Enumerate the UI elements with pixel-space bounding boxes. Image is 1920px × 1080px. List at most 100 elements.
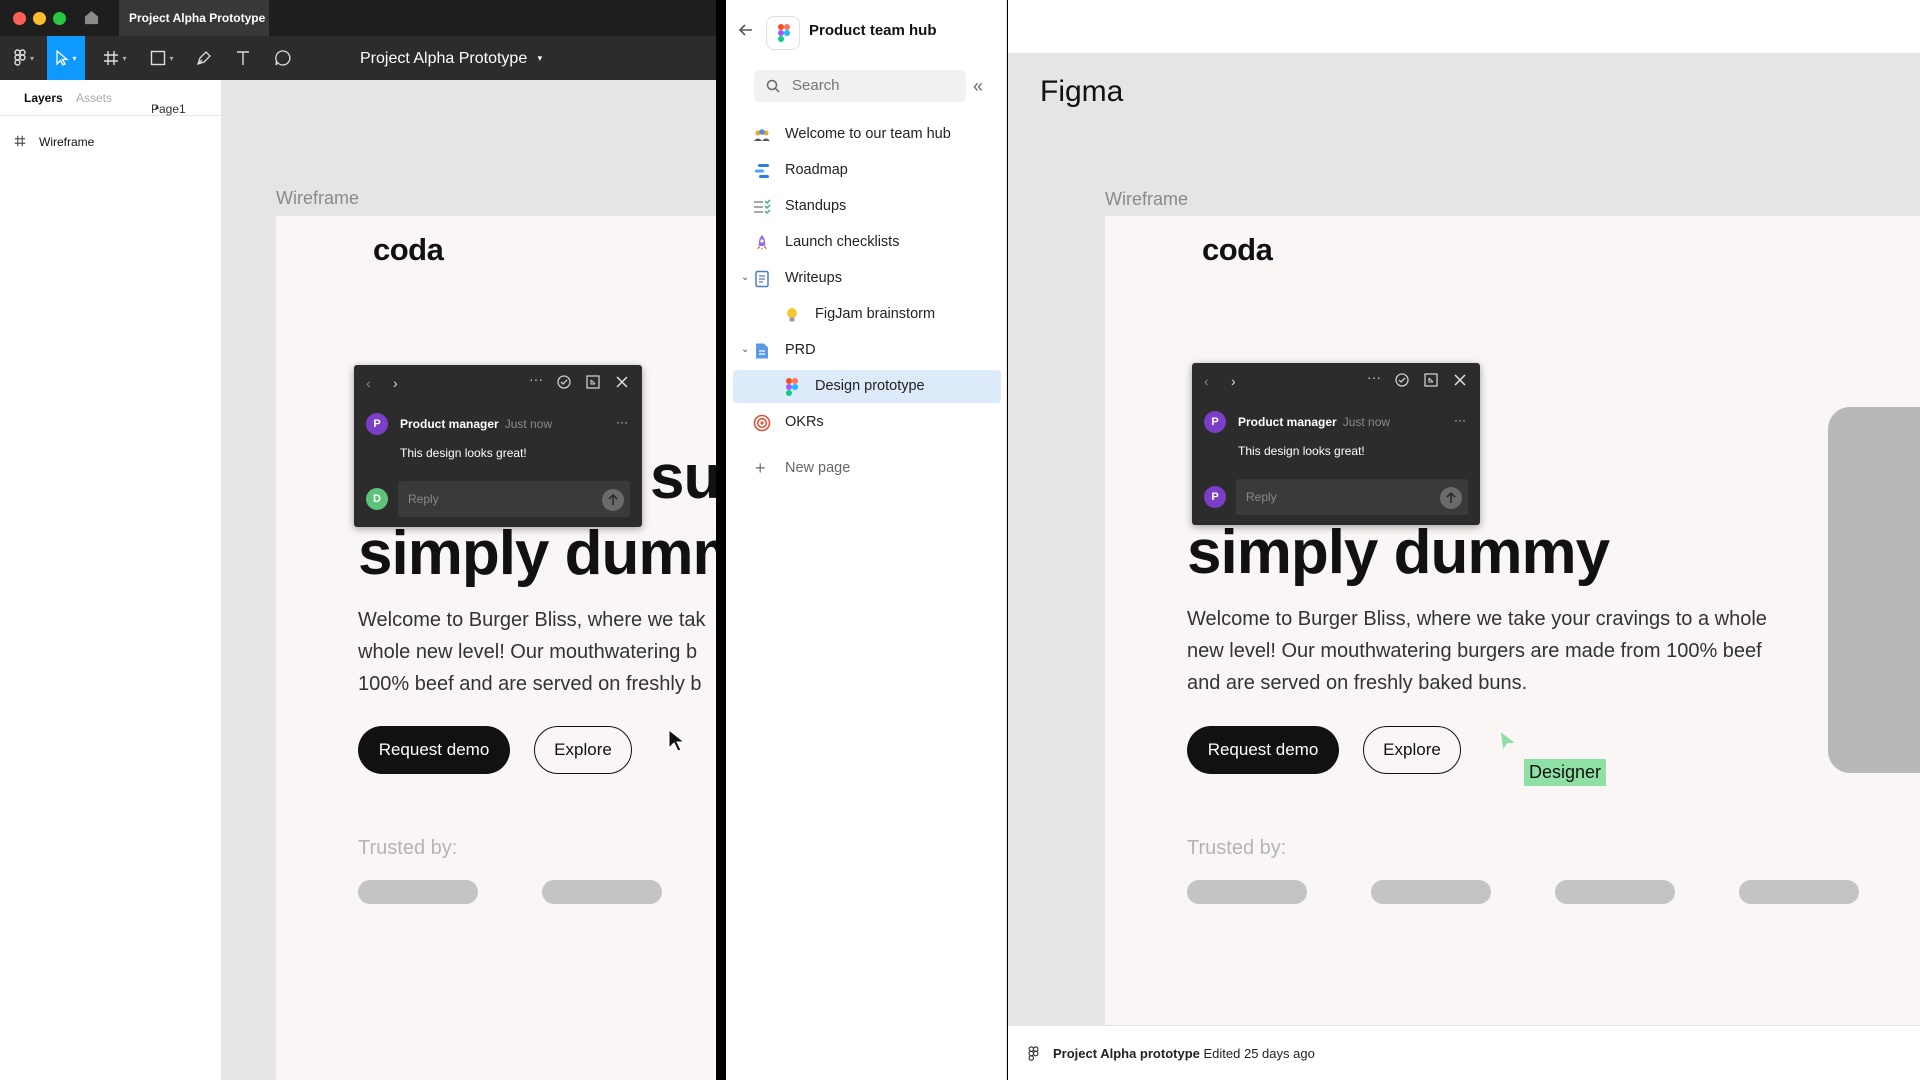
reply-input[interactable]: Reply: [1236, 479, 1468, 515]
comment-more-icon[interactable]: ···: [1454, 413, 1466, 427]
main-menu-button[interactable]: ▾: [8, 36, 40, 80]
avatar: D: [366, 488, 388, 510]
sidebar-item-figjam-brainstorm[interactable]: FigJam brainstorm: [733, 298, 1001, 331]
hero-heading-line2: simply dumm: [358, 519, 716, 588]
lightbulb-icon: [787, 308, 797, 322]
figma-icon: [786, 378, 798, 396]
embed-footer: Project Alpha prototype Edited 25 days a…: [1008, 1025, 1920, 1080]
mouse-cursor-icon: [668, 728, 686, 752]
tab-assets[interactable]: Assets: [76, 91, 112, 105]
frame-tool-button[interactable]: ▾: [98, 36, 132, 80]
coda-logo: coda: [373, 232, 444, 267]
embed-canvas[interactable]: Figma Wireframe coda um simply dummy Wel…: [1008, 53, 1920, 1025]
sidebar-item-label: OKRs: [785, 414, 824, 430]
hero-body-text: Welcome to Burger Bliss, where we tak wh…: [358, 604, 716, 700]
shape-tool-button[interactable]: ▾: [145, 36, 179, 80]
sidebar-item-label: Writeups: [785, 270, 842, 286]
file-tab[interactable]: Project Alpha Prototype: [119, 0, 269, 36]
image-placeholder: [1828, 407, 1920, 773]
comment-author: Product manager Just now: [400, 417, 552, 431]
sidebar-item-roadmap[interactable]: Roadmap: [733, 154, 1001, 187]
resolve-check-icon[interactable]: [556, 374, 572, 390]
sidebar-item-design-prototype[interactable]: Design prototype: [733, 370, 1001, 403]
cursor-arrow-icon: [56, 50, 70, 66]
resolve-check-icon[interactable]: [1394, 372, 1410, 388]
avatar: P: [366, 413, 388, 435]
previous-comment-icon[interactable]: ‹: [366, 375, 371, 391]
partner-logo-placeholder: [358, 880, 478, 904]
chevron-down-icon[interactable]: ⌄: [741, 272, 749, 283]
rocket-icon: [757, 235, 767, 251]
new-page-button[interactable]: + New page: [733, 456, 1001, 482]
sidebar-item-launch-checklists[interactable]: Launch checklists: [733, 226, 1001, 259]
coda-page-sidebar: Product team hub « Welcome to our team h…: [726, 0, 1007, 1080]
toolbar: ▾ ▾ ▾ ▾ Project Alpha Prototype ▾: [0, 36, 716, 80]
rectangle-icon: [151, 50, 166, 66]
embed-title: Figma: [1040, 75, 1124, 108]
comment-more-icon[interactable]: ···: [616, 415, 628, 429]
avatar: P: [1204, 486, 1226, 508]
figma-editor-window: Project Alpha Prototype ▾ ▾ ▾ ▾ Project: [0, 0, 716, 1080]
comment-text: This design looks great!: [400, 446, 527, 460]
comment-thread-popup: ‹ › ··· P Product manager Just now ··· Th…: [354, 365, 642, 527]
chevron-down-icon[interactable]: ⌄: [741, 344, 749, 355]
comment-tool-button[interactable]: [271, 36, 295, 80]
next-comment-icon[interactable]: ›: [1231, 373, 1236, 389]
avatar: P: [1204, 411, 1226, 433]
design-canvas[interactable]: Wireframe coda sum simply dumm Welcome t…: [223, 80, 716, 1080]
close-window-button[interactable]: [13, 12, 26, 25]
search-field[interactable]: [754, 70, 966, 102]
sidebar-item-label: Welcome to our team hub: [785, 126, 951, 142]
back-arrow-icon[interactable]: [738, 22, 754, 38]
previous-comment-icon[interactable]: ‹: [1204, 373, 1209, 389]
collapse-sidebar-icon[interactable]: «: [973, 77, 983, 95]
chevron-down-icon: ▾: [537, 53, 543, 63]
layer-row-wireframe[interactable]: Wireframe: [0, 130, 222, 154]
maximize-window-button[interactable]: [53, 12, 66, 25]
pin-corner-icon[interactable]: [1423, 372, 1439, 388]
minimize-window-button[interactable]: [33, 12, 46, 25]
move-tool-button[interactable]: ▾: [47, 36, 85, 80]
close-icon[interactable]: [614, 374, 630, 390]
frame-label[interactable]: Wireframe: [276, 188, 359, 209]
wireframe-frame[interactable]: coda um simply dummy Welcome to Burger B…: [1105, 216, 1920, 1025]
more-options-icon[interactable]: ···: [1367, 369, 1381, 385]
send-arrow-icon[interactable]: [602, 489, 624, 511]
send-arrow-icon[interactable]: [1440, 487, 1462, 509]
footer-file-name: Project Alpha prototype: [1053, 1046, 1200, 1061]
document-title[interactable]: Project Alpha Prototype ▾: [360, 36, 542, 80]
pin-corner-icon[interactable]: [585, 374, 601, 390]
reply-input[interactable]: Reply: [398, 481, 630, 517]
explore-button[interactable]: Explore: [1363, 726, 1461, 774]
footer-edited-meta: Edited 25 days ago: [1203, 1046, 1315, 1061]
request-demo-button[interactable]: Request demo: [1187, 726, 1339, 774]
footer-file-info[interactable]: Project Alpha prototype Edited 25 days a…: [1053, 1046, 1315, 1061]
frame-hash-icon: [104, 51, 119, 65]
chevron-up-icon: ▴: [155, 102, 160, 111]
pen-tool-button[interactable]: [192, 36, 216, 80]
search-input[interactable]: [792, 77, 952, 94]
home-icon[interactable]: [84, 10, 99, 25]
frame-hash-icon: [14, 135, 26, 147]
text-tool-button[interactable]: [232, 36, 254, 80]
comment-bubble-icon: [275, 50, 291, 66]
wireframe-frame[interactable]: coda sum simply dumm Welcome to Burger B…: [276, 216, 716, 1080]
reply-placeholder: Reply: [408, 492, 439, 506]
request-demo-button[interactable]: Request demo: [358, 726, 510, 774]
roadmap-icon: [755, 164, 769, 178]
sidebar-item-standups[interactable]: Standups: [733, 190, 1001, 223]
title-bar: Project Alpha Prototype: [0, 0, 716, 36]
sidebar-item-writeups[interactable]: ⌄ Writeups: [733, 262, 1001, 295]
partner-logo-placeholder: [1371, 880, 1491, 904]
document-icon: [755, 270, 769, 288]
new-page-label: New page: [785, 460, 851, 476]
sidebar-item-okrs[interactable]: OKRs: [733, 406, 1001, 439]
frame-label[interactable]: Wireframe: [1105, 189, 1188, 210]
next-comment-icon[interactable]: ›: [393, 375, 398, 391]
more-options-icon[interactable]: ···: [529, 371, 543, 387]
sidebar-item-welcome[interactable]: Welcome to our team hub: [733, 118, 1001, 151]
sidebar-item-prd[interactable]: ⌄ PRD: [733, 334, 1001, 367]
close-icon[interactable]: [1452, 372, 1468, 388]
explore-button[interactable]: Explore: [534, 726, 632, 774]
tab-layers[interactable]: Layers: [24, 91, 63, 105]
